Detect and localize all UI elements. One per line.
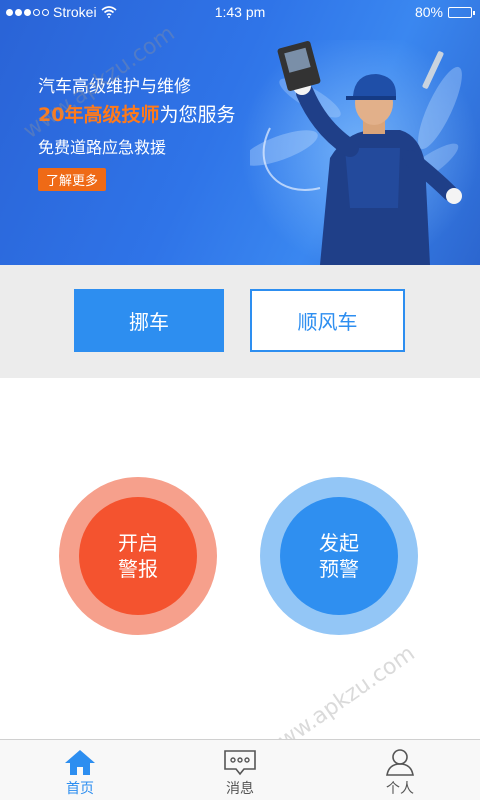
ride-share-button[interactable]: 顺风车 <box>250 289 405 352</box>
alarm-label-line1: 开启 <box>118 531 158 555</box>
battery-icon <box>448 6 475 18</box>
send-warning-inner: 发起 预警 <box>280 497 398 615</box>
home-icon <box>65 750 95 775</box>
start-alarm-button[interactable]: 开启 警报 <box>59 477 217 635</box>
tab-bar: 首页 消息 个人 <box>0 739 480 800</box>
start-alarm-inner: 开启 警报 <box>79 497 197 615</box>
tab-profile-label: 个人 <box>386 781 414 797</box>
person-icon <box>386 749 414 776</box>
status-right: 80% <box>414 4 475 20</box>
tab-messages-label: 消息 <box>226 781 254 797</box>
tab-messages[interactable]: 消息 <box>160 740 320 800</box>
warning-label-line1: 发起 <box>319 531 359 555</box>
tab-home[interactable]: 首页 <box>0 740 160 800</box>
move-car-button[interactable]: 挪车 <box>74 289 224 352</box>
status-bar: Strokei 1:43 pm 80% <box>0 0 480 24</box>
hero-banner[interactable]: 汽车高级维护与维修 20年高级技师为您服务 免费道路应急救援 了解更多 <box>0 0 480 265</box>
battery-percent: 80% <box>414 4 443 20</box>
alarm-label-line2: 警报 <box>118 557 158 581</box>
banner-tagline: 免费道路应急救援 <box>38 138 167 157</box>
tab-profile[interactable]: 个人 <box>320 740 480 800</box>
action-area: 挪车 顺风车 <box>0 265 480 378</box>
send-warning-button[interactable]: 发起 预警 <box>260 477 418 635</box>
message-icon <box>224 750 256 776</box>
status-time: 1:43 pm <box>214 4 266 20</box>
banner-subheadline-rest: 为您服务 <box>159 104 236 126</box>
warning-label-line2: 预警 <box>319 557 359 581</box>
tab-home-label: 首页 <box>66 781 94 797</box>
learn-more-button[interactable]: 了解更多 <box>38 168 107 191</box>
mechanic-illustration <box>250 41 462 265</box>
